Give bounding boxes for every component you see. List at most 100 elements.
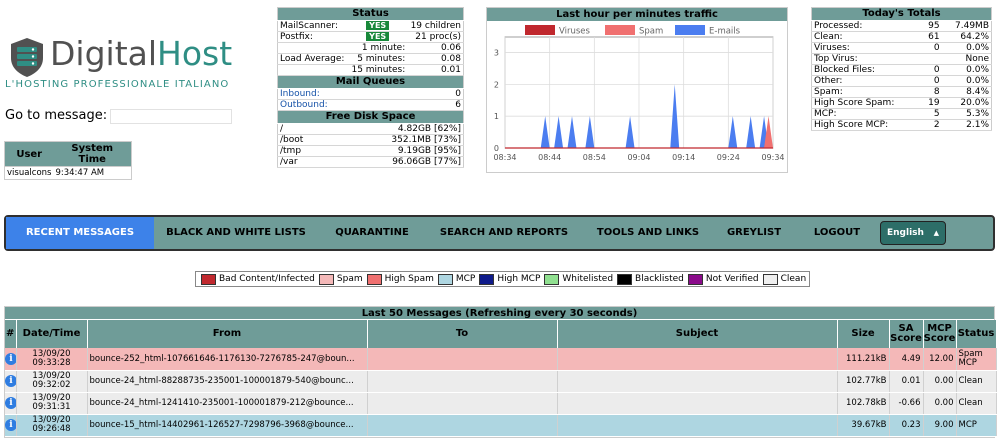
mailscanner-children: 19 children (407, 20, 464, 32)
current-user: visualcons (4, 166, 54, 180)
disk-free: 9.19GB [95%] (348, 145, 464, 157)
nav-recent-messages[interactable]: RECENT MESSAGES (6, 217, 154, 249)
message-size: 102.78kB (837, 392, 890, 415)
col-subject[interactable]: Subject (557, 320, 838, 348)
load-1-label: 1 minute: (348, 42, 408, 54)
info-icon[interactable]: i (5, 397, 15, 409)
message-size: 39.67kB (837, 414, 890, 437)
chart-legend-label: E-mails (709, 27, 741, 37)
col-status: Status (956, 320, 997, 348)
legend-label: Whitelisted (562, 274, 614, 284)
totals-label: MCP: (811, 108, 922, 120)
totals-label: Blocked Files: (811, 64, 922, 76)
message-row[interactable]: i 13/09/20 09:26:48 bounce-15_html-14402961… (5, 414, 997, 437)
legend-label: Clean (780, 274, 807, 284)
message-to (367, 348, 558, 371)
message-subject (557, 348, 838, 371)
totals-title: Today's Totals (811, 7, 992, 21)
inbound-queue-link[interactable]: Inbound: (280, 89, 320, 99)
message-time: 09:26:48 (32, 424, 71, 434)
col-mcp-score[interactable]: MCP Score (923, 320, 957, 348)
nav-greylist[interactable]: GREYLIST (712, 217, 796, 249)
postfix-procs: 21 proc(s) (407, 31, 464, 43)
totals-count: 0 (921, 75, 942, 87)
message-mcp-score: 9.00 (923, 414, 957, 437)
legend-swatch (762, 273, 778, 285)
totals-row: Processed: 95 7.49MB (811, 20, 992, 32)
disk-mount: /var (277, 156, 349, 168)
message-from: bounce-252_html-107661646-1176130-727678… (87, 348, 368, 371)
goto-message-input[interactable] (110, 109, 232, 124)
legend-swatch (617, 273, 633, 285)
traffic-chart-plot: 0 1 2 3 08:34 08:44 08:54 09:04 09:14 09:24 09:34 V… (493, 25, 785, 162)
col-from[interactable]: From (87, 320, 368, 348)
col-size[interactable]: Size (837, 320, 890, 348)
col-to[interactable]: To (367, 320, 558, 348)
totals-label: Top Virus: (811, 53, 922, 65)
totals-row: MCP: 5 5.3% (811, 108, 992, 120)
totals-count: 19 (921, 97, 942, 109)
legend-swatch (437, 273, 453, 285)
message-mcp-score: 0.00 (923, 392, 957, 415)
message-to (367, 370, 558, 393)
totals-label: High Score Spam: (811, 97, 922, 109)
totals-count: 0 (921, 42, 942, 54)
mailscanner-label: MailScanner: (277, 20, 349, 32)
x-tick-label: 08:34 (493, 153, 516, 162)
col-sa-score[interactable]: SA Score (889, 320, 924, 348)
nav-search-reports[interactable]: SEARCH AND REPORTS (429, 217, 579, 249)
totals-value: 5.3% (941, 108, 992, 120)
message-row[interactable]: i 13/09/20 09:32:02 bounce-24_html-88288735… (5, 370, 997, 393)
info-icon[interactable]: i (5, 419, 15, 431)
message-time: 09:32:02 (32, 380, 71, 390)
col-number: # (5, 320, 17, 348)
y-tick-label: 3 (494, 49, 499, 58)
load-5-value: 0.08 (407, 53, 464, 65)
message-sa-score: 4.49 (889, 348, 924, 371)
postfix-status-badge: YES (366, 32, 390, 41)
message-status: Clean (958, 397, 983, 408)
col-datetime[interactable]: Date/Time (16, 320, 88, 348)
legend-label: High MCP (497, 274, 541, 284)
y-tick-label: 1 (494, 112, 499, 121)
load-15-value: 0.01 (407, 64, 464, 76)
messages-title: Last 50 Messages (Refreshing every 30 se… (5, 307, 994, 320)
totals-value: 8.4% (941, 86, 992, 98)
outbound-queue-link[interactable]: Outbound: (280, 100, 328, 110)
legend-label: Spam (336, 274, 363, 284)
system-time: 9:34:47 AM (53, 166, 132, 180)
chart-title: Last hour per minutes traffic (487, 8, 787, 21)
user-time-box: User System Time visualcons 9:34:47 AM (4, 141, 132, 180)
legend-label: Blacklisted (635, 274, 684, 284)
totals-count: 8 (921, 86, 942, 98)
nav-quarantine[interactable]: QUARANTINE (320, 217, 424, 249)
message-row[interactable]: i 13/09/20 09:31:31 bounce-24_html-1241410-… (5, 392, 997, 415)
info-icon[interactable]: i (5, 352, 15, 365)
totals-value: 0.0% (941, 64, 992, 76)
chart-legend-swatch (525, 25, 555, 35)
nav-logout[interactable]: LOGOUT (802, 217, 872, 249)
mail-queues-title: Mail Queues (277, 75, 464, 89)
info-icon[interactable]: i (5, 375, 15, 387)
disk-mount: /boot (277, 134, 349, 146)
totals-count: 0 (921, 64, 942, 76)
nav-black-white-lists[interactable]: BLACK AND WHITE LISTS (156, 217, 316, 249)
legend-swatch (366, 273, 382, 285)
status-title: Status (277, 7, 464, 21)
nav-tools-links[interactable]: TOOLS AND LINKS (584, 217, 712, 249)
totals-row: Top Virus: None (811, 53, 992, 65)
logo: DigitalHost L'HOSTING PROFESSIONALE ITAL… (4, 28, 240, 94)
x-tick-label: 09:14 (672, 153, 695, 162)
language-select[interactable]: English ▲ (880, 221, 946, 245)
status-legend: Bad Content/Infected Spam High Spam MCP High… (195, 271, 811, 287)
todays-totals-box: Today's Totals Processed: 95 7.49MB Clean: 6… (811, 7, 992, 131)
totals-count: 5 (921, 108, 942, 120)
totals-label: Processed: (811, 20, 922, 32)
totals-value: 20.0% (941, 97, 992, 109)
y-tick-label: 0 (494, 144, 499, 153)
logo-mark-icon (11, 38, 43, 77)
system-time-header: System Time (53, 141, 132, 167)
message-row[interactable]: i 13/09/20 09:33:28 bounce-252_html-1076616… (5, 348, 997, 371)
totals-label: Other: (811, 75, 922, 87)
goto-label: Go to message: (5, 108, 108, 123)
